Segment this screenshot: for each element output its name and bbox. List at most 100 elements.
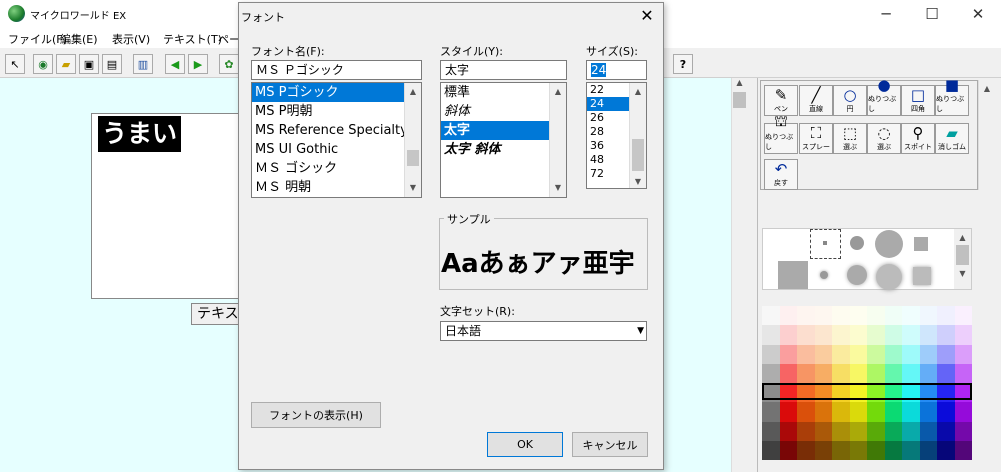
color-swatch[interactable] [884,440,902,460]
dialog-close-icon[interactable]: ✕ [634,4,660,26]
turtle-icon[interactable]: ✿ [219,54,239,74]
color-swatch[interactable] [779,363,797,383]
main-scroll-thumb[interactable] [733,92,746,108]
color-swatch[interactable] [937,402,955,422]
line-tool[interactable]: ╱ 直線 [799,85,833,116]
filled-circle-tool[interactable]: ● ぬりつぶし [867,76,901,116]
chevron-down-icon[interactable]: ▼ [637,323,644,340]
color-swatch[interactable] [919,421,937,441]
color-swatch[interactable] [902,402,920,422]
rectangle-tool[interactable]: □ 四角 [901,85,935,116]
color-swatch[interactable] [937,344,955,364]
charset-select[interactable]: 日本語 ▼ [440,321,647,341]
color-swatch[interactable] [902,440,920,460]
color-swatch[interactable] [849,421,867,441]
color-swatch[interactable] [884,363,902,383]
show-fonts-button[interactable]: フォントの表示(H) [251,402,381,428]
color-swatch[interactable] [954,306,972,326]
print-icon[interactable]: ▤ [102,54,122,74]
color-swatch[interactable] [814,440,832,460]
brush-scrollbar[interactable]: ▲ ▼ [954,229,971,289]
color-swatch[interactable] [779,325,797,345]
size-list-item[interactable]: 24 [587,97,630,111]
color-swatch[interactable] [867,440,885,460]
ok-button[interactable]: OK [487,432,563,457]
color-swatch[interactable] [902,421,920,441]
color-swatch[interactable] [937,325,955,345]
color-swatch[interactable] [849,344,867,364]
color-swatch[interactable] [779,402,797,422]
color-swatch[interactable] [867,363,885,383]
color-swatch[interactable] [797,344,815,364]
globe-icon[interactable]: ◉ [33,54,53,74]
color-swatch[interactable] [814,421,832,441]
scroll-down-arrow-icon[interactable]: ▼ [630,173,646,189]
menu-file[interactable]: ファイル(F) [8,31,67,47]
color-swatch[interactable] [902,325,920,345]
color-swatch[interactable] [919,402,937,422]
brush-large-square[interactable] [778,261,808,289]
brush-small-circle[interactable] [850,236,864,250]
color-swatch[interactable] [919,325,937,345]
color-swatch[interactable] [867,306,885,326]
scroll-up-arrow-icon[interactable]: ▲ [630,83,646,99]
color-swatch[interactable] [832,344,850,364]
color-swatch[interactable] [902,363,920,383]
color-swatch[interactable] [954,402,972,422]
color-swatch[interactable] [884,325,902,345]
color-swatch[interactable] [937,421,955,441]
color-swatch[interactable] [919,344,937,364]
undo-tool[interactable]: ↶ 戻す [764,159,798,190]
select-rect-tool[interactable]: ⬚ 選ぶ [833,123,867,154]
color-swatch[interactable] [954,421,972,441]
lasso-tool[interactable]: ◌ 選ぶ [867,123,901,154]
scroll-down-arrow-icon[interactable]: ▼ [550,179,566,195]
pointer-icon[interactable]: ↖ [5,54,25,74]
maximize-button[interactable]: ☐ [909,0,955,28]
color-swatch[interactable] [832,325,850,345]
tools-scrollbar[interactable]: ▲ [978,80,995,190]
color-swatch[interactable] [849,363,867,383]
help-icon[interactable]: ? [673,54,693,74]
style-list-item[interactable]: 太字 [441,121,551,140]
color-swatch[interactable] [919,306,937,326]
color-swatch[interactable] [849,402,867,422]
color-swatch[interactable] [902,306,920,326]
brush-soft-small[interactable] [820,271,828,279]
color-swatch[interactable] [814,363,832,383]
font-list-scrollbar[interactable]: ▲ ▼ [404,83,421,197]
cancel-button[interactable]: キャンセル [572,432,648,457]
size-list-scrollbar[interactable]: ▲ ▼ [629,83,646,188]
color-swatch[interactable] [954,344,972,364]
scroll-up-arrow-icon[interactable]: ▲ [954,229,971,245]
font-list-item[interactable]: MS UI Gothic [252,140,421,159]
color-swatch[interactable] [902,344,920,364]
scroll-down-arrow-icon[interactable]: ▼ [405,179,421,195]
eyedropper-tool[interactable]: ⚲ スポイト [901,123,935,154]
menu-view[interactable]: 表示(V) [112,31,150,47]
open-folder-icon[interactable]: ▰ [56,54,76,74]
scroll-down-arrow-icon[interactable]: ▼ [954,265,971,281]
style-list-item[interactable]: 斜体 [441,102,566,121]
color-swatch[interactable] [779,421,797,441]
font-list-item[interactable]: MS P明朝 [252,102,421,121]
brush-tiny-square[interactable] [823,241,827,245]
style-list-item[interactable]: 太字 斜体 [441,140,566,159]
font-list-scroll-thumb[interactable] [407,150,419,166]
selected-text[interactable]: うまい [98,116,182,152]
color-swatch[interactable] [937,363,955,383]
size-input[interactable]: 24 [586,60,647,80]
color-swatch[interactable] [849,306,867,326]
color-swatch[interactable] [797,402,815,422]
color-swatch[interactable] [832,306,850,326]
color-swatch[interactable] [762,306,780,326]
main-scrollbar[interactable] [731,78,748,472]
color-swatch[interactable] [779,306,797,326]
spray-tool[interactable]: ⛶ スプレー [799,123,833,154]
color-swatch[interactable] [797,325,815,345]
close-button[interactable]: ✕ [955,0,1001,28]
color-swatch[interactable] [814,402,832,422]
size-list-scroll-thumb[interactable] [632,139,644,171]
color-swatch[interactable] [954,440,972,460]
color-swatch[interactable] [762,363,780,383]
